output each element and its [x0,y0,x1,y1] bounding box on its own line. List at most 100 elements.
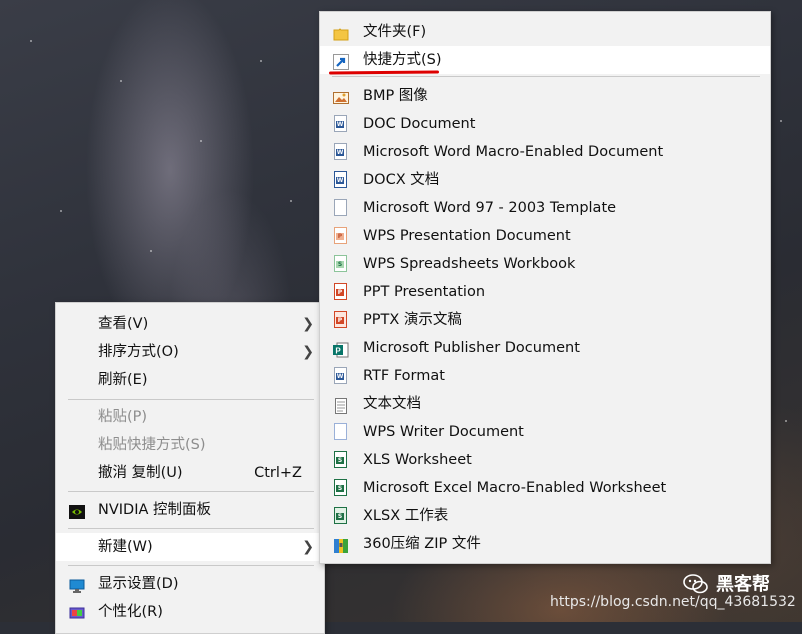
xls-icon: S [334,451,347,468]
menu-item-label: 排序方式(O) [98,344,179,360]
menu-item-label: 新建(W) [98,539,153,555]
publisher-icon: P [333,340,349,358]
new-pptx-item[interactable]: P PPTX 演示文稿 [320,306,770,334]
menu-separator [332,76,760,77]
new-text-document-item[interactable]: 文本文档 [320,390,770,418]
star [60,210,62,212]
folder-icon [333,24,349,41]
menu-item-label: RTF Format [363,368,445,384]
menu-item-label: XLS Worksheet [363,452,472,468]
menu-item-label: 粘贴(P) [98,409,148,425]
star [200,140,202,142]
star [120,80,122,82]
menu-separator [68,528,314,529]
new-wps-writer-item[interactable]: WPS Writer Document [320,418,770,446]
new-ppt-item[interactable]: P PPT Presentation [320,278,770,306]
wechat-logo-icon [683,573,709,595]
desktop-context-menu: 查看(V) ❯ 排序方式(O) ❯ 刷新(E) 粘贴(P) 粘贴快捷方式(S) … [55,302,325,634]
excel-macro-icon: S [334,479,347,496]
menu-item-sort-by[interactable]: 排序方式(O) ❯ [56,338,324,366]
word-doc-icon: W [334,143,347,160]
menu-item-label: 查看(V) [98,316,149,332]
watermark-brand: 黑客帮 [716,574,770,595]
ppt-icon: P [334,283,347,300]
menu-item-view[interactable]: 查看(V) ❯ [56,310,324,338]
menu-item-paste-shortcut: 粘贴快捷方式(S) [56,431,324,459]
personalize-icon [69,604,85,620]
menu-separator [68,491,314,492]
pptx-icon: P [334,311,347,328]
new-word-template-item[interactable]: Microsoft Word 97 - 2003 Template [320,194,770,222]
bmp-image-icon [333,88,349,104]
new-wps-presentation-item[interactable]: P WPS Presentation Document [320,222,770,250]
xlsx-icon: S [334,507,347,524]
new-word-macro-item[interactable]: W Microsoft Word Macro-Enabled Document [320,138,770,166]
new-bmp-item[interactable]: BMP 图像 [320,82,770,110]
nvidia-icon [69,502,85,519]
word-doc-icon: W [334,115,347,132]
menu-item-label: WPS Writer Document [363,424,524,440]
menu-item-label: PPTX 演示文稿 [363,312,462,328]
star [780,120,782,122]
watermark-url: https://blog.csdn.net/qq_43681532 [550,594,796,610]
new-docx-item[interactable]: W DOCX 文档 [320,166,770,194]
menu-item-label: 文本文档 [363,396,421,412]
star [30,40,32,42]
monitor-icon [69,576,85,593]
rtf-icon: W [334,367,347,384]
new-excel-macro-item[interactable]: S Microsoft Excel Macro-Enabled Workshee… [320,474,770,502]
new-folder-item[interactable]: 文件夹(F) [320,18,770,46]
menu-item-label: Microsoft Word Macro-Enabled Document [363,144,664,160]
new-doc-item[interactable]: W DOC Document [320,110,770,138]
star [785,420,787,422]
new-rtf-item[interactable]: W RTF Format [320,362,770,390]
menu-item-label: 刷新(E) [98,372,148,388]
menu-item-label: DOC Document [363,116,476,132]
menu-item-paste: 粘贴(P) [56,403,324,431]
menu-item-label: NVIDIA 控制面板 [98,502,212,518]
new-wps-spreadsheet-item[interactable]: S WPS Spreadsheets Workbook [320,250,770,278]
star [290,200,292,202]
star [150,250,152,252]
new-zip-item[interactable]: 360压缩 ZIP 文件 [320,530,770,558]
zip-archive-icon [333,536,349,553]
svg-text:P: P [335,347,341,356]
menu-separator [68,565,314,566]
menu-item-label: WPS Presentation Document [363,228,571,244]
new-submenu: 文件夹(F) 快捷方式(S) BMP 图像 W DOC Document W M… [319,11,771,564]
chevron-right-icon: ❯ [302,344,314,360]
menu-item-label: DOCX 文档 [363,172,440,188]
new-publisher-item[interactable]: P Microsoft Publisher Document [320,334,770,362]
chevron-right-icon: ❯ [302,316,314,332]
menu-item-label: WPS Spreadsheets Workbook [363,256,576,272]
menu-item-undo-copy[interactable]: 撤消 复制(U) Ctrl+Z [56,459,324,487]
menu-item-label: Microsoft Excel Macro-Enabled Worksheet [363,480,667,496]
star [260,60,262,62]
new-shortcut-item[interactable]: 快捷方式(S) [320,46,770,74]
menu-item-label: 360压缩 ZIP 文件 [363,536,481,552]
menu-item-label: 显示设置(D) [98,576,179,592]
wps-writer-icon [334,423,347,440]
word-docx-icon: W [334,171,347,188]
menu-separator [68,399,314,400]
wps-spreadsheet-icon: S [334,255,347,272]
menu-item-display-settings[interactable]: 显示设置(D) [56,570,324,598]
new-xls-item[interactable]: S XLS Worksheet [320,446,770,474]
menu-item-label: PPT Presentation [363,284,486,300]
menu-item-nvidia-control-panel[interactable]: NVIDIA 控制面板 [56,496,324,524]
blank-doc-icon [334,199,347,216]
wps-presentation-icon: P [334,227,347,244]
menu-item-label: 文件夹(F) [363,24,427,40]
menu-item-label: 粘贴快捷方式(S) [98,437,206,453]
menu-item-new[interactable]: 新建(W) ❯ [56,533,324,561]
chevron-right-icon: ❯ [302,539,314,555]
new-xlsx-item[interactable]: S XLSX 工作表 [320,502,770,530]
text-doc-icon [333,396,349,414]
menu-item-label: BMP 图像 [363,88,428,104]
shortcut-icon [333,52,349,70]
menu-item-label: XLSX 工作表 [363,508,449,524]
keyboard-shortcut: Ctrl+Z [254,465,302,481]
menu-item-label: Microsoft Publisher Document [363,340,580,356]
menu-item-refresh[interactable]: 刷新(E) [56,366,324,394]
menu-item-label: 撤消 复制(U) [98,465,183,481]
